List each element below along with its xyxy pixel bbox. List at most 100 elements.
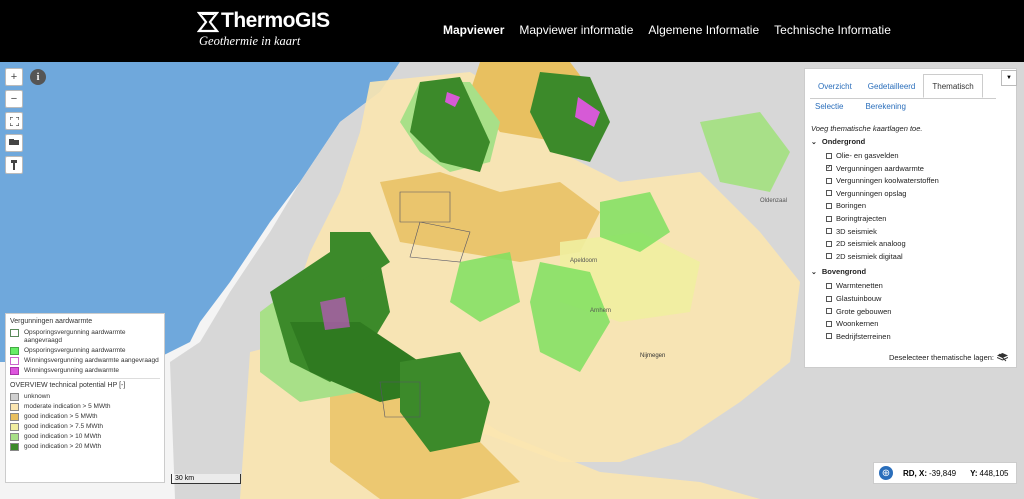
section-title: Bovengrond (821, 267, 867, 277)
layer-checkbox[interactable] (826, 190, 832, 197)
nav-technische-informatie[interactable]: Technische Informatie (774, 23, 891, 37)
layer-item[interactable]: 2D seismiek digitaal (826, 252, 903, 261)
chevron-down-icon: ⌄ (811, 138, 817, 146)
panel-collapse-button[interactable]: ▼ (1001, 70, 1017, 86)
layer-checkbox[interactable] (826, 282, 832, 289)
layer-item[interactable]: Vergunningen opslag (826, 189, 906, 198)
layer-item[interactable]: Grote gebouwen (826, 307, 891, 316)
layer-checkbox[interactable] (826, 202, 832, 209)
place-label-oldenzaal: Oldenzaal (760, 198, 787, 204)
globe-icon[interactable]: ⊕ (879, 466, 893, 480)
stack-icon (997, 353, 1008, 362)
layer-checkbox[interactable] (826, 320, 832, 327)
section-title: Ondergrond (821, 137, 866, 146)
layer-checkbox[interactable] (826, 333, 832, 340)
nav-mapviewer[interactable]: Mapviewer (443, 23, 504, 37)
layer-label: Vergunningen koolwaterstoffen (836, 176, 939, 186)
info-icon[interactable]: i (30, 69, 46, 85)
legend-label: Winningsvergunning aardwarmte (24, 367, 120, 374)
zoom-out-button[interactable]: − (5, 90, 23, 108)
zoom-in-button[interactable]: + (5, 68, 23, 86)
layer-checkbox[interactable]: ✓ (826, 165, 832, 172)
legend-title-permits: Vergunningen aardwarmte (10, 318, 93, 325)
layer-item[interactable]: 2D seismiek analoog (826, 239, 906, 248)
layer-item[interactable]: Bedrijfsterreinen (826, 332, 891, 341)
layer-label: Bedrijfsterreinen (836, 331, 891, 341)
layer-checkbox[interactable] (826, 152, 832, 159)
layer-checkbox[interactable] (826, 240, 832, 247)
legend-swatch (10, 357, 19, 365)
coordinate-readout: ⊕ RD, X: -39,849 Y: 448,105 (873, 462, 1017, 484)
legend-swatch (10, 393, 19, 401)
subtab-berekening[interactable]: Berekening (865, 102, 905, 111)
layer-label: Grote gebouwen (836, 306, 892, 316)
layer-checkbox[interactable] (826, 295, 832, 302)
legend-item: Opsporingsvergunning aardwarmte aangevra… (10, 329, 160, 345)
plus-icon: + (10, 71, 18, 83)
place-label-apeldoorn: Apeldoorn (570, 258, 597, 264)
measure-button[interactable] (5, 156, 23, 174)
legend-label: good indication > 20 MWth (24, 443, 102, 450)
layer-checkbox[interactable] (826, 308, 832, 315)
legend-item: good indication > 20 MWth (10, 443, 160, 451)
layer-label: Woonkernen (836, 319, 879, 329)
x-value: -39,849 (929, 468, 957, 478)
layer-item[interactable]: Glastuinbouw (826, 294, 881, 303)
subtab-selectie[interactable]: Selectie (815, 102, 843, 111)
layer-label: Glastuinbouw (836, 294, 882, 303)
legend-label: Opsporingsvergunning aardwarmte aangevra… (24, 329, 126, 344)
legend-item: Winningsvergunning aardwarmte (10, 367, 160, 375)
tab-gedetailleerd[interactable]: Gedetailleerd (860, 74, 924, 98)
layer-item[interactable]: Warmtenetten (826, 281, 883, 290)
layer-label: Warmtenetten (836, 281, 883, 291)
nav-mapviewer-informatie[interactable]: Mapviewer informatie (519, 23, 633, 37)
legend-item: good indication > 5 MWth (10, 413, 160, 421)
fullscreen-icon (9, 116, 19, 126)
legend-swatch (10, 433, 19, 441)
fullscreen-button[interactable] (5, 112, 23, 130)
place-label-nijmegen: Nijmegen (640, 353, 665, 359)
legend-label: moderate indication > 5 MWth (24, 403, 111, 410)
legend-label: good indication > 7.5 MWth (24, 423, 103, 430)
thermogis-logo[interactable]: ThermoGIS Geothermie in kaart (197, 9, 330, 49)
app-header: ThermoGIS Geothermie in kaart Mapviewer … (0, 0, 1024, 62)
layer-checkbox[interactable] (826, 177, 832, 184)
legend-item: Opsporingsvergunning aardwarmte (10, 347, 160, 355)
layer-item[interactable]: Woonkernen (826, 319, 878, 328)
layer-label: 2D seismiek digitaal (836, 251, 903, 261)
layer-item[interactable]: Olie- en gasvelden (826, 151, 899, 160)
tab-overzicht[interactable]: Overzicht (810, 74, 860, 98)
logo-icon (197, 11, 219, 33)
layers-icon (9, 139, 19, 145)
layer-item[interactable]: Boringen (826, 201, 866, 210)
section-header-bovengrond[interactable]: ⌄ Bovengrond (811, 267, 866, 276)
layer-label: 3D seismiek (836, 226, 877, 236)
layer-checkbox[interactable] (826, 228, 832, 235)
layers-button[interactable] (5, 134, 23, 152)
legend-label: unknown (24, 393, 51, 400)
map-toolbar: + − (5, 68, 23, 178)
legend-swatch (10, 403, 19, 411)
layer-item[interactable]: ✓ Vergunningen aardwarmte (826, 164, 924, 173)
legend-item: moderate indication > 5 MWth (10, 403, 160, 411)
legend-swatch (10, 367, 19, 375)
scale-bar: 30 km (171, 474, 241, 484)
legend-swatch (10, 443, 19, 451)
y-label: Y: (970, 468, 978, 478)
tab-thematisch[interactable]: Thematisch (923, 74, 983, 98)
y-value: 448,105 (979, 468, 1009, 478)
layer-item[interactable]: Boringtrajecten (826, 214, 886, 223)
nav-algemene-informatie[interactable]: Algemene Informatie (648, 23, 759, 37)
section-header-ondergrond[interactable]: ⌄ Ondergrond (811, 137, 865, 146)
layer-item[interactable]: Vergunningen koolwaterstoffen (826, 176, 939, 185)
deselect-layers-button[interactable]: Deselecteer thematische lagen: (889, 353, 1008, 362)
layer-checkbox[interactable] (826, 253, 832, 260)
legend-item: unknown (10, 393, 160, 401)
x-label: RD, X: (903, 468, 927, 478)
layer-item[interactable]: 3D seismiek (826, 227, 877, 236)
legend-item: good indication > 7.5 MWth (10, 423, 160, 431)
layer-checkbox[interactable] (826, 215, 832, 222)
main-nav: Mapviewer Mapviewer informatie Algemene … (443, 23, 906, 37)
legend-label: good indication > 5 MWth (24, 413, 98, 420)
legend-swatch (10, 329, 19, 337)
